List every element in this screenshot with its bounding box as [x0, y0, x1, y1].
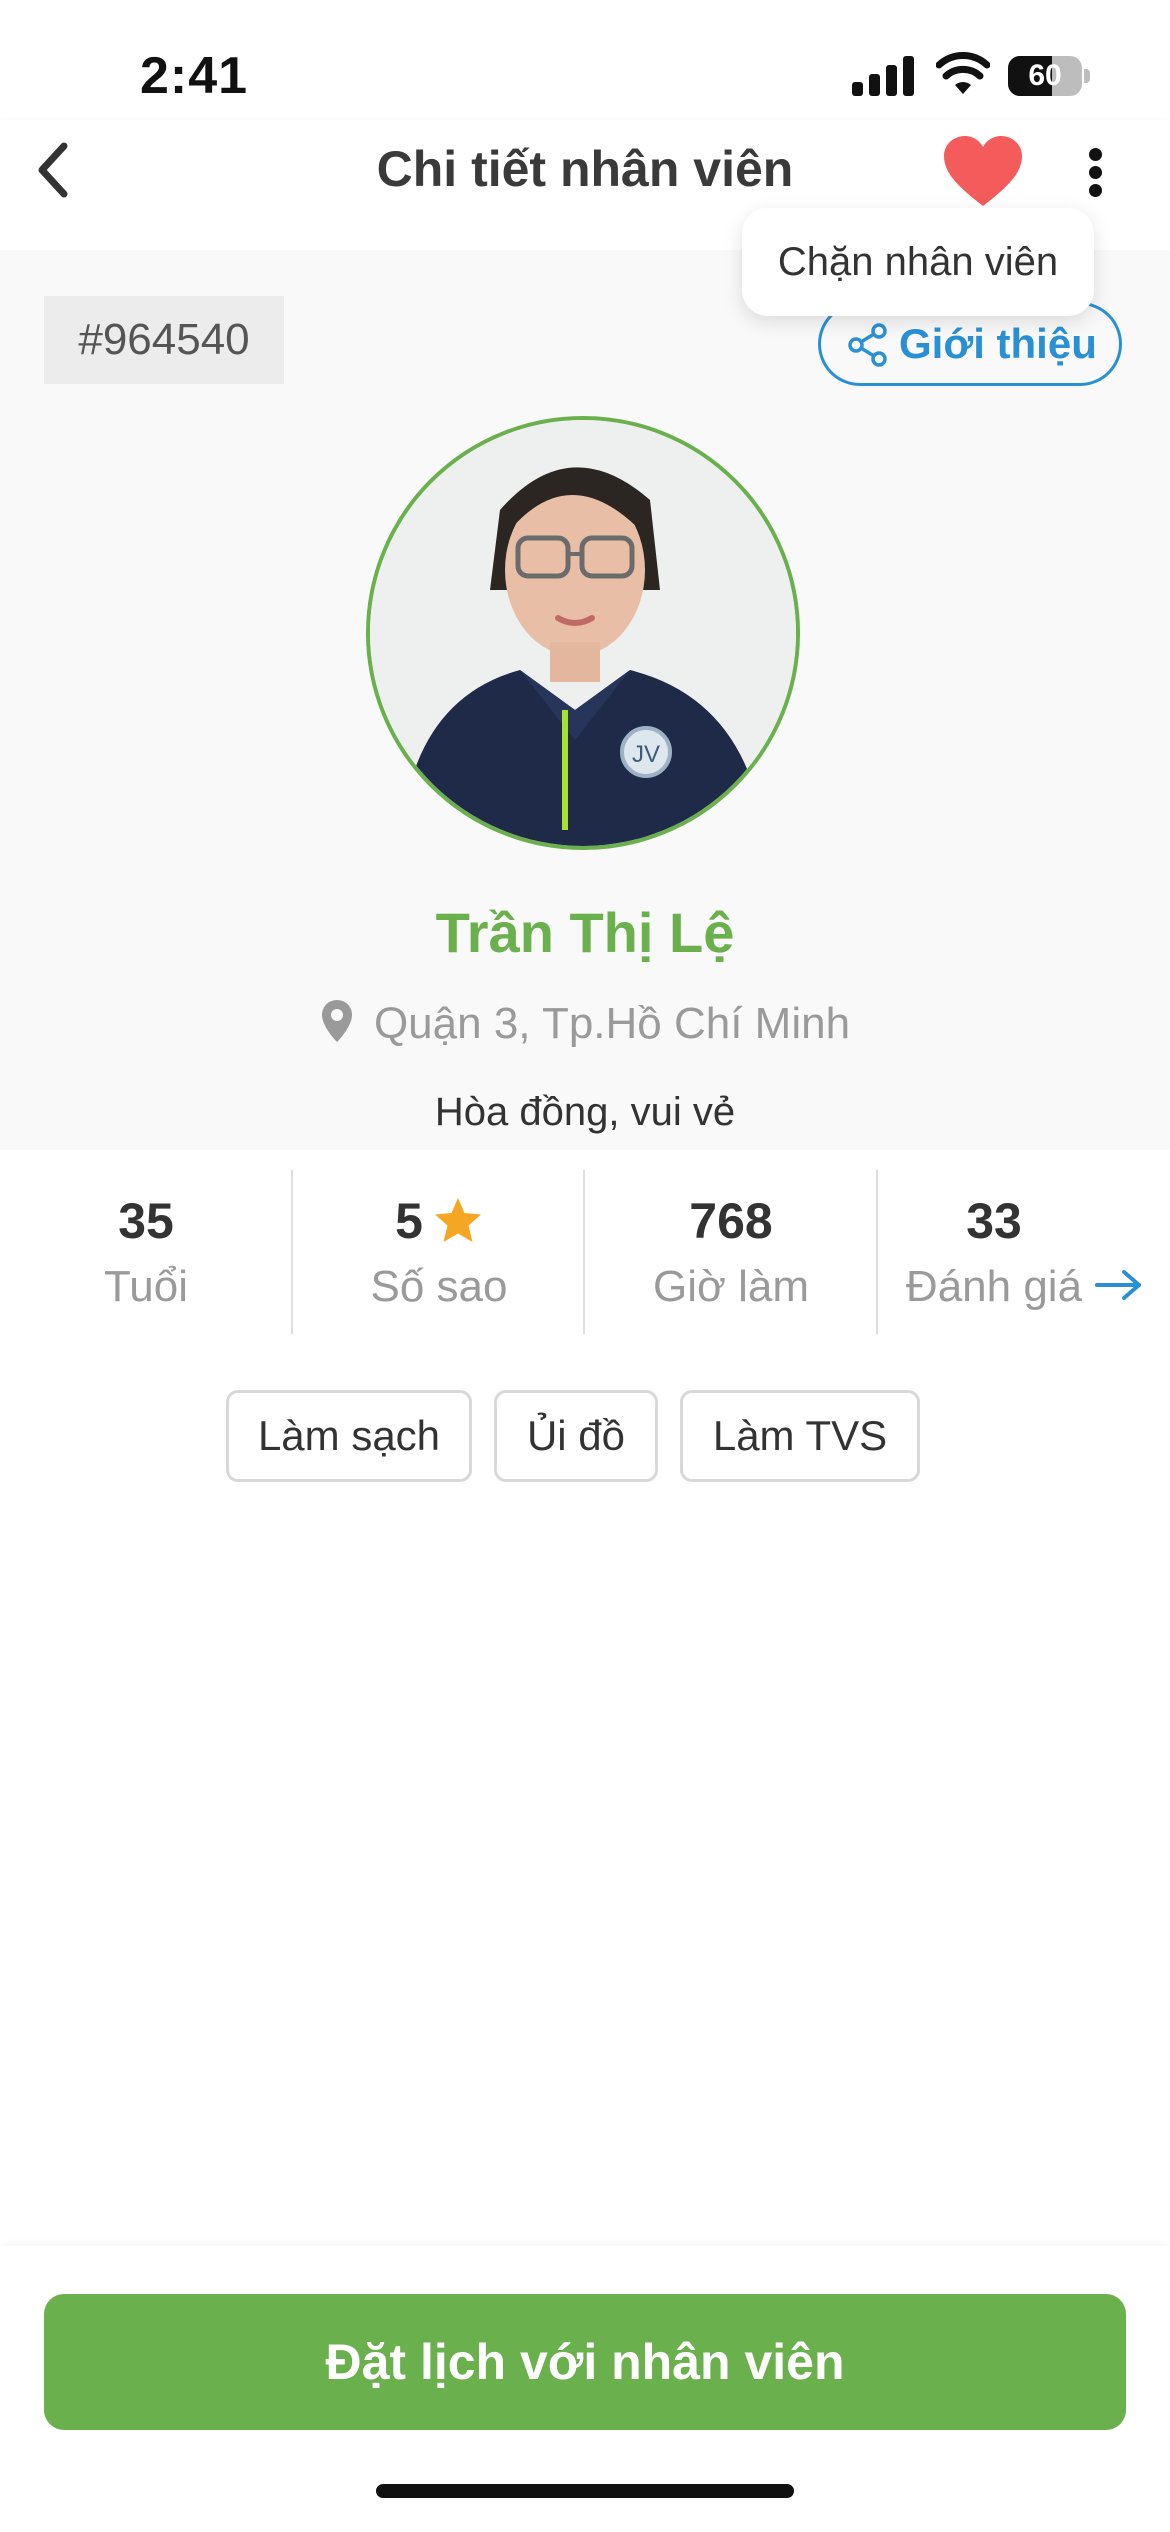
map-pin-icon [321, 1000, 352, 1042]
employee-bio: Hòa đồng, vui vẻ [434, 1090, 736, 1134]
stat-hours: 768 Giờ làm [585, 1170, 877, 1334]
location-row: Quận 3, Tp.Hồ Chí Minh [0, 998, 1170, 1049]
skill-tag: Làm TVS [680, 1390, 920, 1482]
employee-name: Trần Thị Lệ [435, 901, 735, 964]
battery-percent: 60 [1028, 59, 1062, 92]
share-icon [848, 323, 887, 367]
stat-hours-label: Giờ làm [653, 1262, 809, 1311]
arrow-right-icon[interactable] [1094, 1268, 1144, 1302]
stat-reviews[interactable]: 33 Đánh giá [848, 1170, 1140, 1334]
stats-row: 35 Tuổi 5 Số sao 768 Giờ làm 33 Đánh giá [0, 1170, 1170, 1334]
skill-tag: Làm sạch [226, 1390, 472, 1482]
more-options-menu: Chặn nhân viên [742, 208, 1094, 316]
status-time: 2:41 [140, 47, 249, 105]
more-vertical-icon[interactable] [1080, 136, 1110, 206]
stat-age-label: Tuổi [104, 1262, 188, 1311]
home-indicator [376, 2484, 794, 2498]
avatar: JV [366, 416, 800, 850]
stat-age-value: 35 [118, 1193, 174, 1249]
skill-tag: Ủi đồ [494, 1390, 658, 1482]
battery-icon: 60 [1008, 56, 1090, 96]
cellular-signal-icon [852, 56, 916, 96]
stat-hours-value: 768 [689, 1193, 773, 1249]
employee-id-badge: #964540 [44, 296, 284, 384]
svg-text:JV: JV [632, 741, 660, 768]
wifi-icon [936, 52, 990, 94]
stat-stars: 5 Số sao [293, 1170, 585, 1334]
location-text: Quận 3, Tp.Hồ Chí Minh [373, 999, 851, 1048]
stat-age: 35 Tuổi [0, 1170, 292, 1334]
stat-stars-value-row: 5 [293, 1192, 585, 1250]
intro-label: Giới thiệu [899, 320, 1097, 367]
employee-photo: JV [370, 420, 796, 846]
stat-stars-value: 5 [395, 1193, 423, 1249]
heart-icon[interactable] [940, 132, 1026, 212]
book-employee-button[interactable]: Đặt lịch với nhân viên [44, 2294, 1126, 2430]
stat-stars-label: Số sao [370, 1262, 508, 1311]
stat-reviews-value: 33 [966, 1193, 1022, 1249]
block-employee-menu-item[interactable]: Chặn nhân viên [742, 208, 1094, 316]
star-icon [434, 1198, 481, 1242]
